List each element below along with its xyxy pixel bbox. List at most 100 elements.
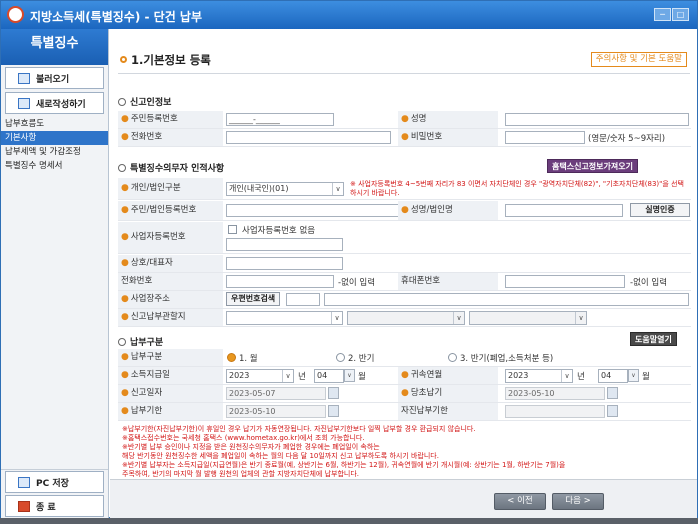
obligor-row-bizno: ● 사업자등록번호 사업자등록번호 없음: [118, 222, 691, 254]
payment-title-text: 납부구분: [130, 338, 164, 348]
zipcode-input[interactable]: [286, 293, 320, 306]
name-input[interactable]: [505, 113, 689, 126]
obligor-name-input[interactable]: [505, 204, 623, 217]
tel-input[interactable]: [226, 275, 334, 288]
address-input[interactable]: [324, 293, 689, 306]
next-button[interactable]: 다음 >: [552, 493, 604, 510]
notes-box: ※납부기한(자진납부기한)이 휴일인 경우 납기가 자동연장됩니다. 자진납부기…: [122, 425, 687, 479]
new-document-label: 새로작성하기: [36, 100, 86, 110]
help-notes-button[interactable]: 주의사항 및 기본 도움말: [590, 52, 687, 67]
exit-icon: [18, 501, 30, 512]
attr-month-stepper[interactable]: ∨: [628, 369, 639, 382]
payment-row-type: ● 납부구분 1. 월 2. 반기 3. 반기(폐업,소득처분 등): [118, 349, 691, 367]
report-date-input[interactable]: 2023-05-07: [226, 387, 326, 400]
note-line: ※납부기한(자진납부기한)이 휴일인 경우 납기가 자동연장됩니다. 자진납부기…: [122, 425, 476, 433]
phone-input[interactable]: [226, 131, 391, 144]
attr-year-select[interactable]: 2023 ∨: [505, 369, 573, 383]
minimize-button[interactable]: ─: [654, 8, 671, 21]
pay-month-select[interactable]: 04: [314, 369, 344, 383]
attr-month-select[interactable]: 04: [598, 369, 628, 383]
footer-bar: [110, 479, 697, 519]
maximize-button[interactable]: □: [672, 8, 689, 21]
deadline-input[interactable]: 2023-05-10: [226, 405, 326, 418]
reporter-title-text: 신고인정보: [130, 98, 172, 108]
obligor-title-text: 특별징수의무자 인적사항: [130, 164, 225, 174]
chevron-down-icon: ∨: [575, 312, 586, 324]
chevron-down-icon: ∨: [453, 312, 464, 324]
exit-button[interactable]: 종 료: [5, 495, 104, 517]
zipcode-search-button[interactable]: 우편번호검색: [226, 292, 281, 306]
calendar-icon[interactable]: [328, 405, 339, 417]
no-bizno-label: 사업자등록번호 없음: [242, 226, 316, 236]
office-select-3[interactable]: ∨: [469, 311, 587, 325]
payment-row-report: ● 신고일자 2023-05-07 ● 당초납기 2023-05-10: [118, 385, 691, 403]
note-line: ※반기별 납부 승인이나 지정을 받은 원천징수의무자가 폐업한 경우에는 폐업…: [122, 443, 380, 451]
office-select-1[interactable]: ∨: [226, 311, 343, 325]
obligor-section-title: 특별징수의무자 인적사항: [118, 161, 224, 174]
folder-icon: [18, 73, 30, 84]
payment-type-label: ● 납부구분: [118, 349, 223, 366]
radio-monthly[interactable]: [227, 353, 236, 362]
obligor-row-trade: ● 상호/대표자: [118, 255, 691, 273]
tel-label: 전화번호: [118, 273, 223, 290]
sidebar-divider: [1, 469, 108, 470]
floppy-icon: [18, 477, 30, 488]
sidebar-item-tax-adjust[interactable]: 납부세액 및 가감조정: [1, 145, 108, 159]
reporter-section-title: 신고인정보: [118, 95, 171, 108]
pay-year-select[interactable]: 2023 ∨: [226, 369, 294, 383]
radio-half-closed[interactable]: [448, 353, 457, 362]
no-bizno-checkbox[interactable]: [228, 225, 237, 234]
trade-name-input[interactable]: [226, 257, 343, 270]
document-icon: [18, 98, 30, 109]
sidebar-item-basic[interactable]: 기본사항: [1, 131, 108, 145]
attr-year-unit: 년: [577, 372, 585, 382]
calendar-icon[interactable]: [607, 405, 618, 417]
real-name-verify-button[interactable]: 실명인증: [630, 203, 690, 217]
password-label: ● 비밀번호: [398, 129, 498, 146]
pc-save-button[interactable]: PC 저장: [5, 471, 104, 493]
password-input[interactable]: [505, 131, 585, 144]
reporter-row-2: ● 전화번호 ● 비밀번호 (영문/숫자 5~9자리): [118, 129, 691, 147]
person-type-select[interactable]: 개인(내국인)(01) ∨: [226, 182, 344, 196]
load-button[interactable]: 불러오기: [5, 67, 104, 89]
payment-section-title: 납부구분: [118, 335, 163, 348]
sidebar-item-flow[interactable]: 납부흐름도: [1, 117, 108, 131]
original-due-input[interactable]: 2023-05-10: [505, 387, 605, 400]
note-line: ※홈택스접수번호는 국세청 홈택스 (www.hometax.go.kr)에서 …: [122, 434, 365, 442]
obligor-id-input[interactable]: [226, 204, 406, 217]
help-open-button[interactable]: 도움말열기: [630, 332, 677, 346]
prev-button[interactable]: < 이전: [494, 493, 546, 510]
pay-year-unit: 년: [298, 372, 306, 382]
note-line: 해당 반기동안 원천징수한 세액을 폐업일이 속하는 월의 다음 달 10일까지…: [122, 452, 439, 460]
mobile-hint: -없이 입력: [630, 278, 668, 288]
sidebar-item-statement[interactable]: 특별징수 명세서: [1, 159, 108, 173]
office-label: ● 신고납부관할지: [118, 309, 223, 326]
self-pay-input[interactable]: [505, 405, 605, 418]
deadline-label: ● 납부기한: [118, 403, 223, 420]
hometax-fetch-button[interactable]: 홈택스신고정보가져오기: [547, 159, 638, 173]
pay-month-stepper[interactable]: ∨: [344, 369, 355, 382]
note-line: ※반기별 납부자는 소득지급일(지급연월)은 반기 종료월(예, 상반기는 6월…: [122, 461, 566, 469]
attr-year-value: 2023: [508, 371, 529, 380]
person-type-label: ● 개인/법인구분: [118, 178, 223, 199]
calendar-icon[interactable]: [328, 387, 339, 399]
bizno-input[interactable]: [226, 238, 343, 251]
radio-monthly-label: 1. 월: [239, 354, 258, 364]
radio-half[interactable]: [336, 353, 345, 362]
mobile-input[interactable]: [505, 275, 625, 288]
office-select-2[interactable]: ∨: [347, 311, 465, 325]
obligor-row-type: ● 개인/법인구분 개인(내국인)(01) ∨ ※ 사업자등록번호 4~5번째 자리…: [118, 178, 691, 200]
radio-half-closed-label: 3. 반기(폐업,소득처분 등): [460, 354, 554, 364]
attr-month-unit: 월: [642, 372, 650, 382]
pc-save-label: PC 저장: [36, 479, 69, 489]
window-title: 지방소득세(특별징수) - 단건 납부: [30, 10, 203, 24]
new-document-button[interactable]: 새로작성하기: [5, 92, 104, 114]
calendar-icon[interactable]: [607, 387, 618, 399]
chevron-down-icon: ∨: [331, 312, 342, 324]
app-logo-icon: [7, 6, 24, 23]
trade-name-label: ● 상호/대표자: [118, 255, 223, 272]
chevron-down-icon: ∨: [332, 183, 343, 195]
resident-no-label: ● 주민등록번호: [118, 111, 223, 128]
resident-no-input[interactable]: ______-______: [226, 113, 334, 126]
payment-row-deadline: ● 납부기한 2023-05-10 자진납부기한: [118, 403, 691, 421]
